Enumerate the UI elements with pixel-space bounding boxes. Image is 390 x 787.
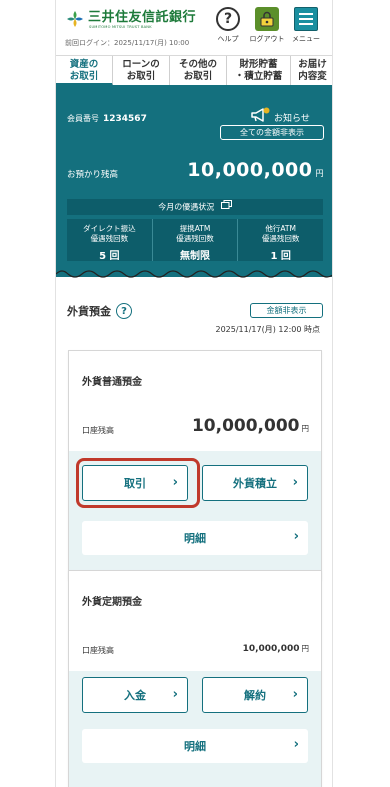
benefit-value: 無制限 xyxy=(180,251,210,262)
account-balance-label: 口座残高 xyxy=(82,646,114,655)
benefit-partner-atm: 提携ATM 優遇残回数 無制限 xyxy=(153,219,239,262)
tab-registration-change[interactable]: お届け 内容変 xyxy=(291,56,332,86)
wave-divider xyxy=(56,268,332,278)
section-title: 外貨預金 ? xyxy=(67,303,132,319)
tab-savings[interactable]: 財形貯蓄 ・積立貯蓄 xyxy=(227,56,291,86)
benefit-title: 今月の優遇状況 xyxy=(158,202,215,212)
megaphone-icon xyxy=(250,107,270,127)
statement-label: 明細 xyxy=(184,740,206,753)
deposit-label: 入金 xyxy=(124,689,146,702)
hide-all-amounts-button[interactable]: 全ての金額非表示 xyxy=(220,125,324,140)
statement-label: 明細 xyxy=(184,532,206,545)
account-balance-unit: 円 xyxy=(301,424,310,433)
account-summary: 会員番号 1234567 お知らせ 全ての金額非表示 お預かり残高 10,000,… xyxy=(56,87,332,277)
notice-label: お知らせ xyxy=(274,113,310,124)
bank-logo-mark-icon xyxy=(66,10,84,28)
transaction-label: 取引 xyxy=(124,477,146,490)
help-icon: ? xyxy=(216,7,240,31)
last-login: 前回ログイン：2025/11/17(月) 10:00 xyxy=(65,39,190,47)
member-label: 会員番号 xyxy=(67,114,99,123)
fx-accumulation-button[interactable]: 外貨積立 › xyxy=(202,465,308,501)
logout-button[interactable]: ログアウト xyxy=(247,7,287,44)
chevron-right-icon: › xyxy=(292,687,298,702)
benefit-value: 5 回 xyxy=(99,251,120,262)
benefit-label: ダイレクト振込 優遇残回数 xyxy=(83,224,136,243)
chevron-right-icon: › xyxy=(172,475,178,490)
tab-assets[interactable]: 資産の お取引 xyxy=(56,56,113,86)
fx-ordinary-deposit-card: 外貨普通預金 口座残高 10,000,000 円 取引 › 外貨積立 › 明細 › xyxy=(68,350,322,580)
member-number: 1234567 xyxy=(103,114,147,124)
logout-label: ログアウト xyxy=(249,35,285,43)
statement-button[interactable]: 明細 › xyxy=(82,729,308,763)
hamburger-menu-icon xyxy=(294,7,318,31)
account-balance-label: 口座残高 xyxy=(82,426,114,435)
card-title: 外貨普通預金 xyxy=(82,377,142,388)
fx-time-deposit-card: 外貨定期預金 口座残高 10,000,000 円 入金 › 解約 › 明細 › xyxy=(68,570,322,787)
tab-other[interactable]: その他の お取引 xyxy=(170,56,227,86)
card-title: 外貨定期預金 xyxy=(82,597,142,608)
tab-loans[interactable]: ローンの お取引 xyxy=(113,56,170,86)
benefit-status-header[interactable]: 今月の優遇状況 xyxy=(67,199,323,215)
hide-amounts-button[interactable]: 金額非表示 xyxy=(250,303,323,318)
app-frame: 三井住友信託銀行 SUMITOMO MITSUI TRUST BANK 前回ログ… xyxy=(55,0,333,787)
benefit-other-atm: 他行ATM 優遇残回数 1 回 xyxy=(238,219,323,262)
chevron-right-icon: › xyxy=(293,737,299,752)
cancel-contract-label: 解約 xyxy=(244,689,266,702)
notice-button[interactable]: お知らせ xyxy=(250,107,310,127)
help-button[interactable]: ? ヘルプ xyxy=(208,7,248,44)
bank-name-en: SUMITOMO MITSUI TRUST BANK xyxy=(89,25,152,29)
account-balance-amount: 10,000,000 xyxy=(242,644,300,654)
statement-button[interactable]: 明細 › xyxy=(82,521,308,555)
logout-lock-icon xyxy=(255,7,279,31)
popup-window-icon xyxy=(220,199,232,215)
chevron-right-icon: › xyxy=(172,687,178,702)
chevron-right-icon: › xyxy=(292,475,298,490)
menu-label: メニュー xyxy=(292,35,320,43)
transaction-button[interactable]: 取引 › xyxy=(82,465,188,501)
section-help-icon[interactable]: ? xyxy=(116,303,132,319)
member-info: 会員番号 1234567 xyxy=(67,113,147,124)
balance-value: 10,000,000 円 xyxy=(187,159,324,181)
deposit-button[interactable]: 入金 › xyxy=(82,677,188,713)
fx-accumulation-label: 外貨積立 xyxy=(233,477,277,490)
section-title-text: 外貨預金 xyxy=(67,305,111,318)
cancel-contract-button[interactable]: 解約 › xyxy=(202,677,308,713)
benefit-direct-transfer: ダイレクト振込 優遇残回数 5 回 xyxy=(67,219,153,262)
main-tabs: 資産の お取引 ローンの お取引 その他の お取引 財形貯蓄 ・積立貯蓄 お届け… xyxy=(56,55,332,86)
balance-unit: 円 xyxy=(315,169,324,178)
benefit-label: 提携ATM 優遇残回数 xyxy=(176,224,214,243)
account-balance-amount: 10,000,000 xyxy=(191,416,300,436)
benefit-status-row: ダイレクト振込 優遇残回数 5 回 提携ATM 優遇残回数 無制限 他行ATM … xyxy=(67,219,323,262)
balance-label: お預かり残高 xyxy=(67,170,119,180)
menu-button[interactable]: メニュー xyxy=(286,7,326,44)
help-label: ヘルプ xyxy=(217,35,239,43)
benefit-value: 1 回 xyxy=(270,251,291,262)
bank-name: 三井住友信託銀行 xyxy=(88,10,197,25)
chevron-right-icon: › xyxy=(293,529,299,544)
balance-amount: 10,000,000 xyxy=(187,159,313,181)
benefit-label: 他行ATM 優遇残回数 xyxy=(261,224,300,243)
header: 三井住友信託銀行 SUMITOMO MITSUI TRUST BANK 前回ログ… xyxy=(56,0,332,54)
account-balance-value: 10,000,000 円 xyxy=(192,416,309,436)
bank-logo[interactable]: 三井住友信託銀行 SUMITOMO MITSUI TRUST BANK xyxy=(66,10,196,30)
account-balance-unit: 円 xyxy=(301,644,310,653)
as-of-timestamp: 2025/11/17(月) 12:00 時点 xyxy=(215,325,321,334)
account-balance-value: 10,000,000 円 xyxy=(243,643,309,654)
